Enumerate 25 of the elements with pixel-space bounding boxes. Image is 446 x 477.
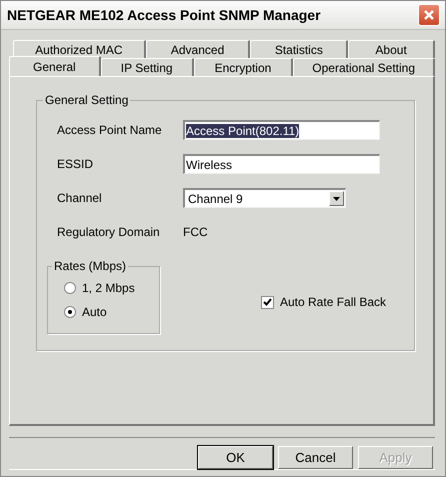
group-title: General Setting [44,93,130,107]
tab[interactable]: IP Setting [100,58,194,76]
tab[interactable]: General [9,56,101,76]
close-icon [423,9,435,21]
close-button[interactable] [418,4,440,26]
input-field[interactable]: Access Point(802.11) [183,120,380,140]
group-title: Rates (Mbps) [53,259,128,273]
checkbox-option[interactable]: Auto Rate Fall Back [261,295,386,309]
field-value: FCC [183,225,208,239]
field-label: Access Point Name [57,123,163,137]
field-label: Regulatory Domain [57,225,161,239]
tab[interactable]: About [348,40,435,58]
tab[interactable]: Encryption [194,58,294,76]
radio-option[interactable]: 1, 2 Mbps [64,281,159,295]
dialog-button[interactable]: OK [198,446,273,469]
window-title: NETGEAR ME102 Access Point SNMP Manager [7,7,321,23]
tab[interactable]: Advanced [146,40,250,58]
field-label: Channel [57,191,103,205]
dropdown[interactable]: Channel 9 [183,188,346,208]
field-label: ESSID [57,157,94,171]
dialog-button[interactable]: Cancel [278,446,353,469]
tab[interactable]: Operational Setting [293,58,435,76]
tab[interactable]: Statistics [250,40,348,58]
radio-option[interactable]: Auto [64,305,159,319]
input-field[interactable]: Wireless [183,154,380,174]
